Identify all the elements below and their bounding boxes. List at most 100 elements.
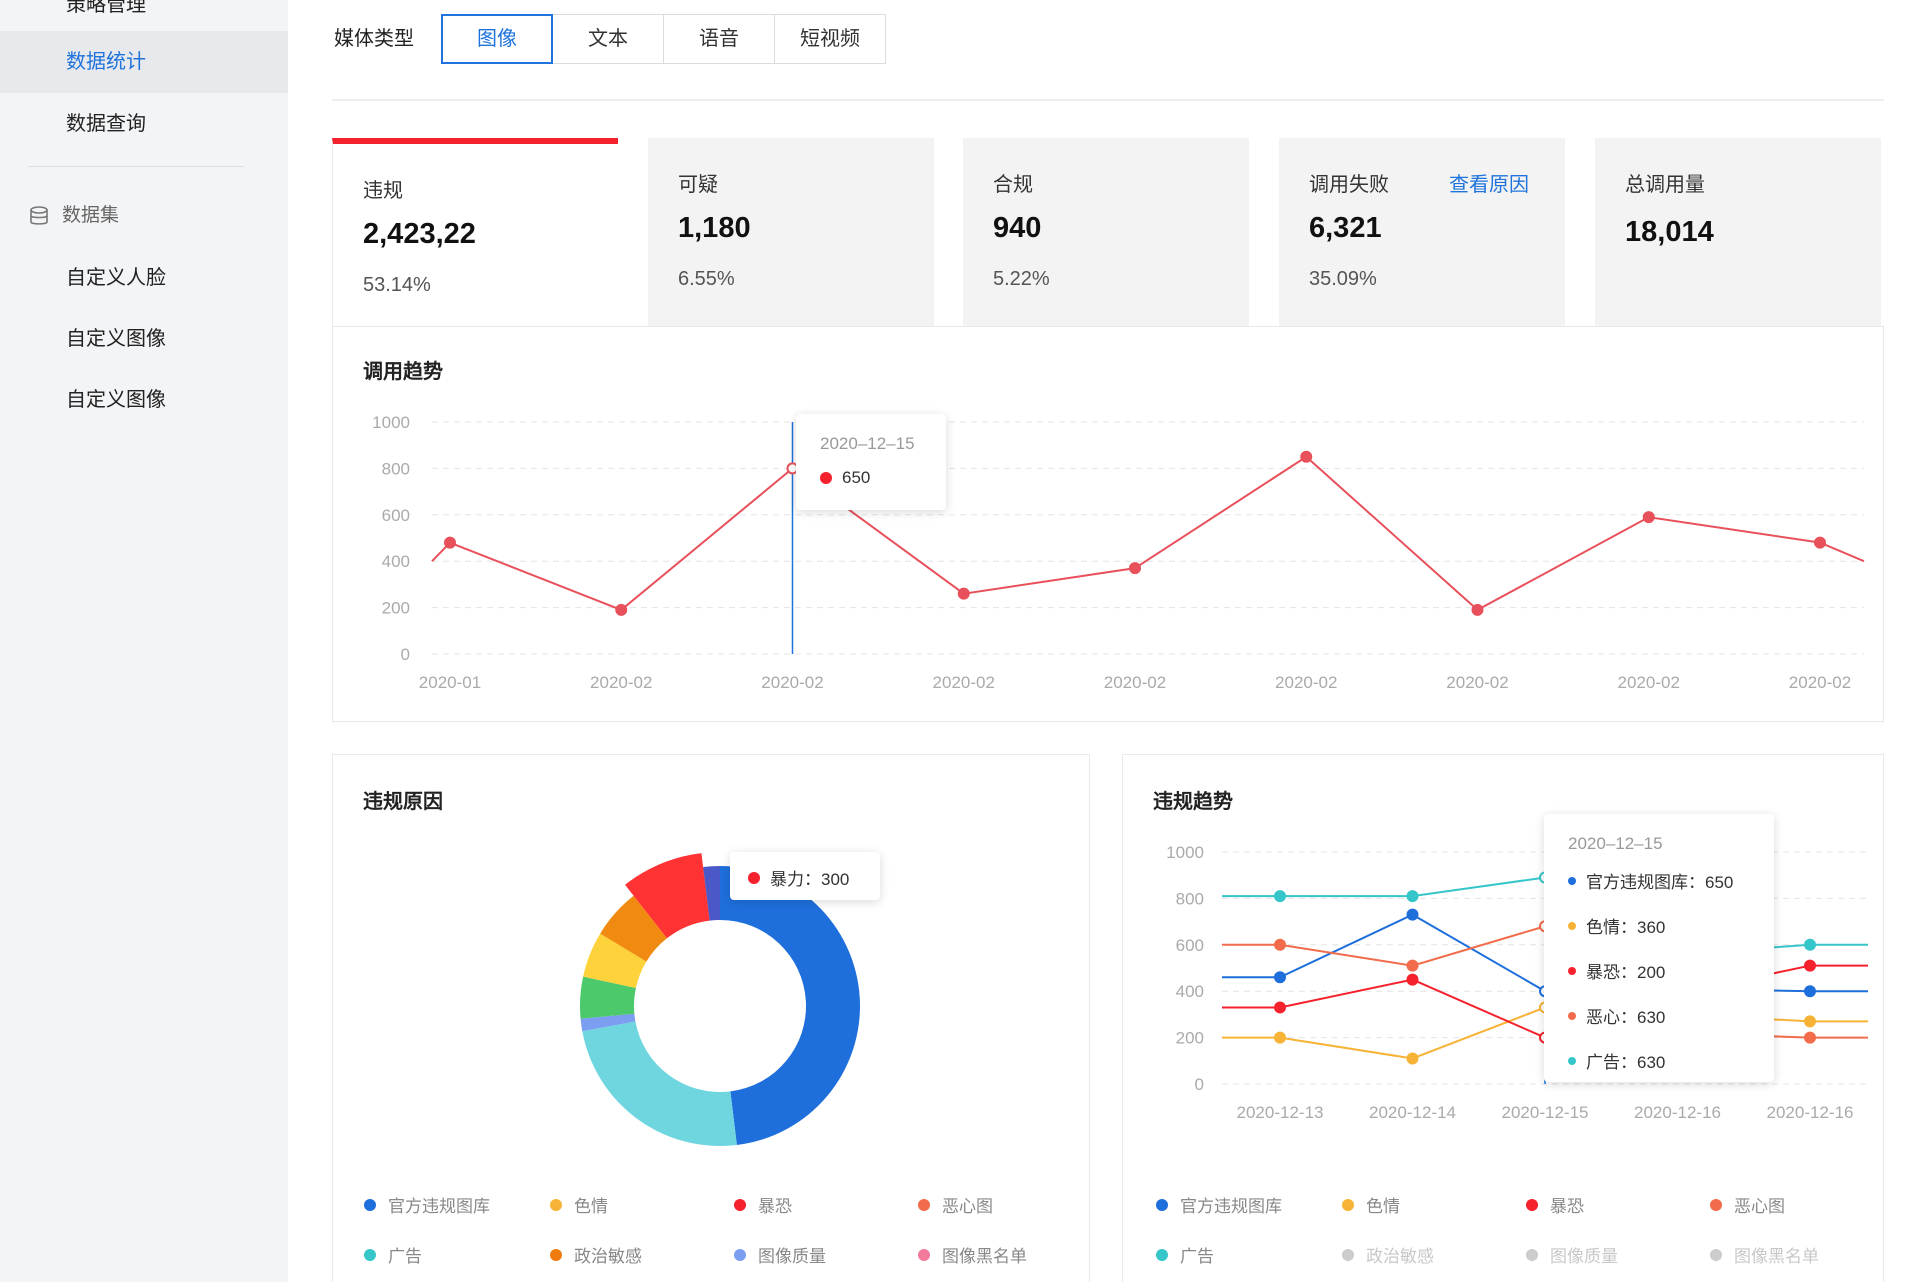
legend-item[interactable]: 恶心图 xyxy=(918,1192,993,1217)
legend-item[interactable]: 广告 xyxy=(1156,1242,1214,1267)
stat-card-violation[interactable]: 违规 2,423,22 53.14% xyxy=(332,138,618,328)
y-tick-label: 600 xyxy=(382,506,410,525)
legend-dot xyxy=(1342,1249,1354,1261)
stat-card-total[interactable]: 总调用量 18,014 xyxy=(1595,138,1881,328)
legend-item[interactable]: 暴恐 xyxy=(734,1192,792,1217)
call-trend-tooltip: 2020–12–15 650 xyxy=(796,414,946,510)
legend-dot xyxy=(734,1199,746,1211)
legend-item[interactable]: 图像质量 xyxy=(734,1242,826,1267)
legend-item[interactable]: 图像黑名单 xyxy=(918,1242,1027,1267)
data-point xyxy=(616,605,626,615)
legend-item[interactable]: 色情 xyxy=(1342,1192,1400,1217)
violation-trend-tooltip: 2020–12–15 官方违规图库：650色情：360暴恐：200恶心：630广… xyxy=(1544,814,1774,1082)
data-point xyxy=(959,589,969,599)
tooltip-dot xyxy=(1568,1012,1576,1020)
media-type-tabs: 图像 文本 语音 短视频 xyxy=(442,14,886,64)
legend-item[interactable]: 色情 xyxy=(550,1192,608,1217)
sidebar-item-custom-image-2[interactable]: 自定义图像 xyxy=(66,380,166,420)
legend-item[interactable]: 图像黑名单 xyxy=(1710,1242,1819,1267)
data-point xyxy=(1301,452,1311,462)
legend-item[interactable]: 政治敏感 xyxy=(1342,1242,1434,1267)
stat-card-suspicious[interactable]: 可疑 1,180 6.55% xyxy=(648,138,934,328)
x-tick-label: 2020-12-13 xyxy=(1237,1103,1324,1122)
data-point xyxy=(1275,940,1285,950)
x-tick-label: 2020-12-15 xyxy=(1502,1103,1589,1122)
sidebar-group-label: 数据集 xyxy=(62,196,119,236)
legend-label: 广告 xyxy=(1180,1242,1214,1267)
legend-item[interactable]: 恶心图 xyxy=(1710,1192,1785,1217)
sidebar-divider xyxy=(28,166,244,167)
top-divider xyxy=(332,99,1884,101)
legend-label: 暴恐 xyxy=(758,1192,792,1217)
y-tick-label: 200 xyxy=(382,599,410,618)
stat-percent: 35.09% xyxy=(1309,268,1377,291)
tooltip-label: 暴力：300 xyxy=(770,865,849,890)
legend-dot xyxy=(918,1199,930,1211)
donut-slice xyxy=(582,1022,737,1146)
legend-dot xyxy=(1526,1249,1538,1261)
legend-label: 暴恐 xyxy=(1550,1192,1584,1217)
media-type-label: 媒体类型 xyxy=(334,26,414,52)
data-point xyxy=(1805,1033,1815,1043)
data-point xyxy=(1408,961,1418,971)
stat-card-failed[interactable]: 调用失败 查看原因 6,321 35.09% xyxy=(1279,138,1565,328)
sidebar: 策略管理 数据统计 数据查询 数据集 自定义人脸 自定义图像 自定义图像 xyxy=(0,0,288,1282)
legend-label: 图像黑名单 xyxy=(1734,1242,1819,1267)
x-tick-label: 2020-02 xyxy=(1446,673,1508,692)
stat-percent: 5.22% xyxy=(993,268,1050,291)
legend-label: 政治敏感 xyxy=(1366,1242,1434,1267)
stat-percent: 53.14% xyxy=(363,274,431,297)
legend-dot xyxy=(364,1249,376,1261)
legend-label: 图像质量 xyxy=(1550,1242,1618,1267)
legend-dot xyxy=(918,1249,930,1261)
y-tick-label: 800 xyxy=(382,459,410,478)
tooltip-dot xyxy=(1568,922,1576,930)
x-tick-label: 2020-02 xyxy=(761,673,823,692)
legend-item[interactable]: 暴恐 xyxy=(1526,1192,1584,1217)
view-reason-link[interactable]: 查看原因 xyxy=(1449,168,1529,197)
legend-dot xyxy=(364,1199,376,1211)
stat-label: 违规 xyxy=(363,174,403,203)
y-tick-label: 0 xyxy=(1195,1075,1204,1094)
tab-text[interactable]: 文本 xyxy=(552,14,664,64)
tab-image[interactable]: 图像 xyxy=(441,14,553,64)
legend-dot xyxy=(1710,1249,1722,1261)
legend-item[interactable]: 官方违规图库 xyxy=(1156,1192,1282,1217)
stat-card-compliant[interactable]: 合规 940 5.22% xyxy=(963,138,1249,328)
stat-value: 1,180 xyxy=(678,212,751,245)
sidebar-item-data-query[interactable]: 数据查询 xyxy=(0,93,288,155)
sidebar-item-data-stats[interactable]: 数据统计 xyxy=(0,31,288,93)
data-point xyxy=(1275,1033,1285,1043)
data-point xyxy=(1805,961,1815,971)
legend-dot xyxy=(1526,1199,1538,1211)
tooltip-dot xyxy=(820,472,832,484)
y-tick-label: 200 xyxy=(1176,1029,1204,1048)
data-point xyxy=(1408,891,1418,901)
x-tick-label: 2020-12-14 xyxy=(1369,1103,1456,1122)
legend-item[interactable]: 官方违规图库 xyxy=(364,1192,490,1217)
y-tick-label: 0 xyxy=(401,645,410,664)
data-point xyxy=(1473,605,1483,615)
tooltip-row: 官方违规图库：650 xyxy=(1568,868,1774,893)
x-tick-label: 2020-01 xyxy=(419,673,481,692)
tab-audio[interactable]: 语音 xyxy=(663,14,775,64)
legend-label: 官方违规图库 xyxy=(1180,1192,1282,1217)
data-point xyxy=(1275,972,1285,982)
data-point xyxy=(1408,910,1418,920)
legend-item[interactable]: 广告 xyxy=(364,1242,422,1267)
legend-item[interactable]: 图像质量 xyxy=(1526,1242,1618,1267)
sidebar-item-custom-image-1[interactable]: 自定义图像 xyxy=(66,319,166,359)
legend-dot xyxy=(550,1199,562,1211)
tooltip-label: 色情：360 xyxy=(1586,913,1665,938)
data-point xyxy=(1815,538,1825,548)
stat-label: 总调用量 xyxy=(1625,168,1705,197)
legend-item[interactable]: 政治敏感 xyxy=(550,1242,642,1267)
tooltip-dot xyxy=(1568,1057,1576,1065)
sidebar-group-dataset[interactable]: 数据集 xyxy=(28,196,119,236)
tooltip-row: 色情：360 xyxy=(1568,913,1774,938)
legend-dot xyxy=(550,1249,562,1261)
stat-label: 可疑 xyxy=(678,168,718,197)
violation-reasons-chart xyxy=(332,754,1090,1174)
tab-short-video[interactable]: 短视频 xyxy=(774,14,886,64)
sidebar-item-custom-face[interactable]: 自定义人脸 xyxy=(66,258,166,298)
